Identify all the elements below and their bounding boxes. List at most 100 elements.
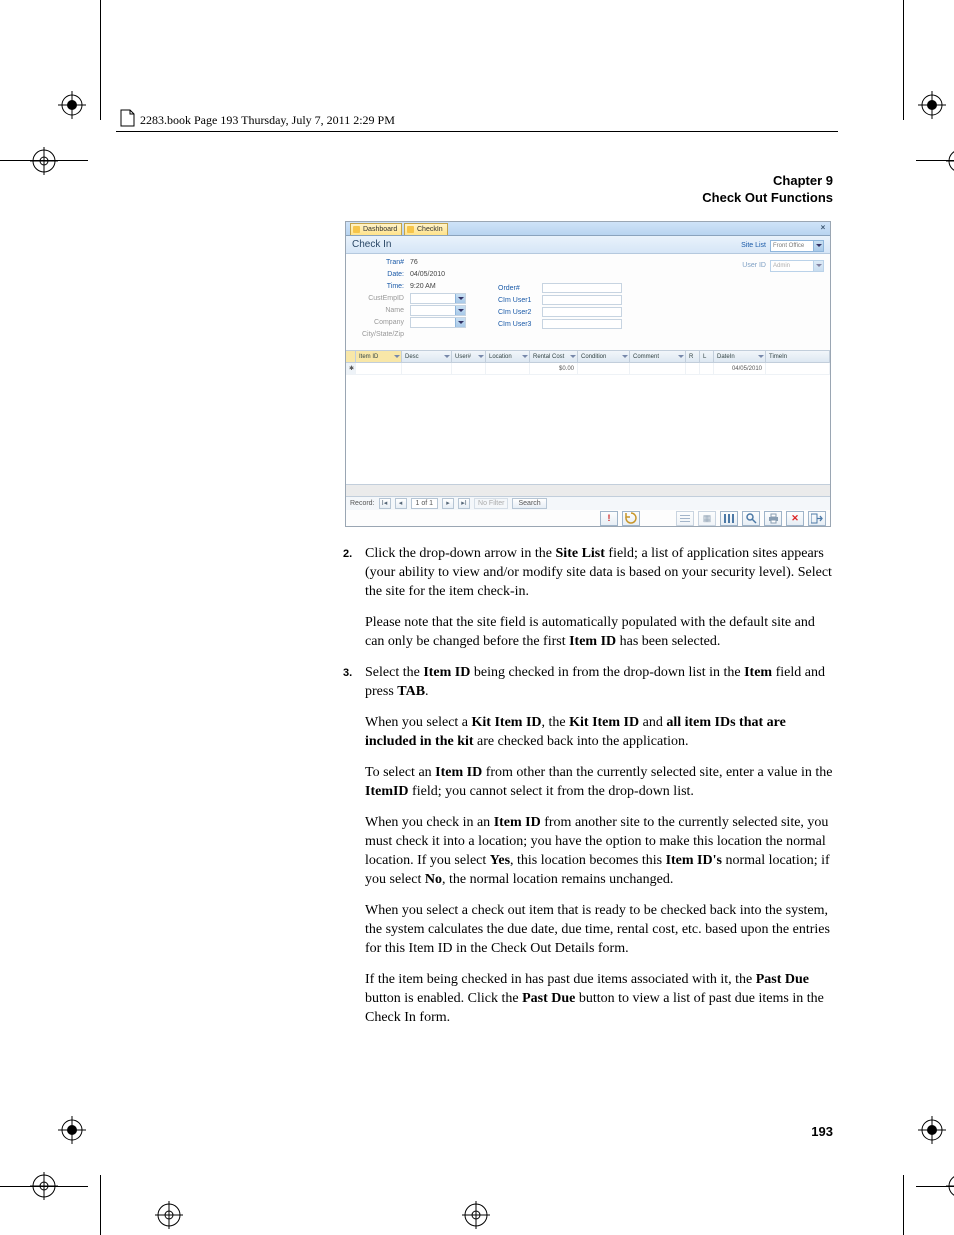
row-selector-header[interactable] [346,351,356,362]
items-grid: Item ID Desc User# Location Rental Cost … [346,350,830,496]
exit-button[interactable] [808,511,826,526]
grid-row[interactable]: ✱ $0.00 04/05/2010 [346,363,830,375]
chevron-down-icon [813,261,823,271]
refresh-button[interactable] [622,511,640,526]
first-record-button[interactable]: I◂ [379,498,391,509]
print-button[interactable] [764,511,782,526]
tab-dashboard[interactable]: Dashboard [350,223,402,235]
chapter-number: Chapter 9 [773,173,833,188]
date-label: Date: [352,271,410,278]
toolbar: ! ▦ ✕ [346,510,830,526]
tab-icon [353,226,360,233]
user1-input[interactable] [542,295,622,305]
chapter-title: Check Out Functions [702,190,833,205]
user3-label: CIm User3 [498,321,540,328]
crop-line [100,1175,101,1235]
tab-bar: Dashboard CheckIn × [346,222,830,236]
col-r[interactable]: R [686,351,700,362]
tab-icon [407,226,414,233]
notes-button[interactable] [676,511,694,526]
preview-button[interactable] [742,511,760,526]
next-record-button[interactable]: ▸ [442,498,454,509]
crop-line [903,1175,904,1235]
col-comment[interactable]: Comment [630,351,686,362]
cell-datein: 04/05/2010 [714,363,766,374]
col-itemid[interactable]: Item ID [356,351,402,362]
crop-line [916,160,954,161]
crop-line [0,160,88,161]
record-position: 1 of 1 [411,498,439,509]
barcode-button[interactable] [720,511,738,526]
col-location[interactable]: Location [486,351,530,362]
user-id-label: User ID [742,257,766,275]
order-input[interactable] [542,283,622,293]
step-number: 2. [343,545,352,564]
registration-mark-icon [58,1116,86,1144]
name-label: Name [352,307,410,314]
name-dropdown[interactable] [410,305,466,316]
user1-label: CIm User1 [498,297,540,304]
tab-label: CheckIn [417,226,443,233]
col-rentalcost[interactable]: Rental Cost [530,351,578,362]
chevron-down-icon [758,355,764,361]
chevron-down-icon [570,355,576,361]
page-number: 193 [811,1124,833,1139]
book-header-text: 2283.book Page 193 Thursday, July 7, 201… [140,113,395,128]
close-icon[interactable]: × [818,223,828,233]
site-list-label: Site List [741,237,766,255]
chevron-down-icon [444,355,450,361]
user-id-value: Admin [773,263,790,269]
user-fields: Order# CIm User1 CIm User2 CIm User3 [498,282,622,330]
chapter-heading: Chapter 9 Check Out Functions [702,172,833,206]
tab-checkin[interactable]: CheckIn [404,223,448,235]
col-datein[interactable]: DateIn [714,351,766,362]
chevron-down-icon [455,306,465,315]
user2-label: CIm User2 [498,309,540,316]
col-l[interactable]: L [700,351,714,362]
site-list-dropdown[interactable]: Front Office [770,240,824,252]
chevron-down-icon [455,318,465,327]
step-number: 3. [343,664,352,683]
attachment-button[interactable]: ▦ [698,511,716,526]
cust-label: CustEmpID [352,295,410,302]
cell-cost: $0.00 [530,363,578,374]
crop-line [903,0,904,120]
chevron-down-icon [455,294,465,303]
registration-mark-icon [462,1201,490,1229]
registration-mark-icon [30,147,58,175]
form-title-bar: Check In Site List Front Office User ID … [346,236,830,254]
search-button[interactable]: Search [512,498,546,509]
last-record-button[interactable]: ▸I [458,498,470,509]
registration-mark-icon [58,91,86,119]
col-user[interactable]: User# [452,351,486,362]
prev-record-button[interactable]: ◂ [395,498,407,509]
chevron-down-icon [678,355,684,361]
user3-input[interactable] [542,319,622,329]
record-navigator: Record: I◂ ◂ 1 of 1 ▸ ▸I No Filter Searc… [346,496,830,510]
col-timein[interactable]: TimeIn [766,351,830,362]
grid-header: Item ID Desc User# Location Rental Cost … [346,351,830,363]
delete-button[interactable]: ✕ [786,511,804,526]
tran-value: 76 [410,259,418,266]
crop-line [100,0,101,120]
col-desc[interactable]: Desc [402,351,452,362]
company-label: Company [352,319,410,326]
user-id-dropdown[interactable]: Admin [770,260,824,272]
chevron-down-icon [522,355,528,361]
paragraph: To select an Item ID from other than the… [365,763,833,801]
instruction-text: 2. Click the drop-down arrow in the Site… [365,544,833,1039]
registration-mark-icon [918,91,946,119]
col-condition[interactable]: Condition [578,351,630,362]
chevron-down-icon [394,355,400,361]
crop-line [0,1186,88,1187]
alert-button[interactable]: ! [600,511,618,526]
horizontal-scrollbar[interactable] [346,484,830,496]
time-value: 9:20 AM [410,283,436,290]
cust-dropdown[interactable] [410,293,466,304]
company-dropdown[interactable] [410,317,466,328]
user2-input[interactable] [542,307,622,317]
site-list-value: Front Office [773,243,804,249]
cell-itemid[interactable] [356,363,402,374]
paragraph: If the item being checked in has past du… [365,970,833,1027]
paragraph: When you select a check out item that is… [365,901,833,958]
